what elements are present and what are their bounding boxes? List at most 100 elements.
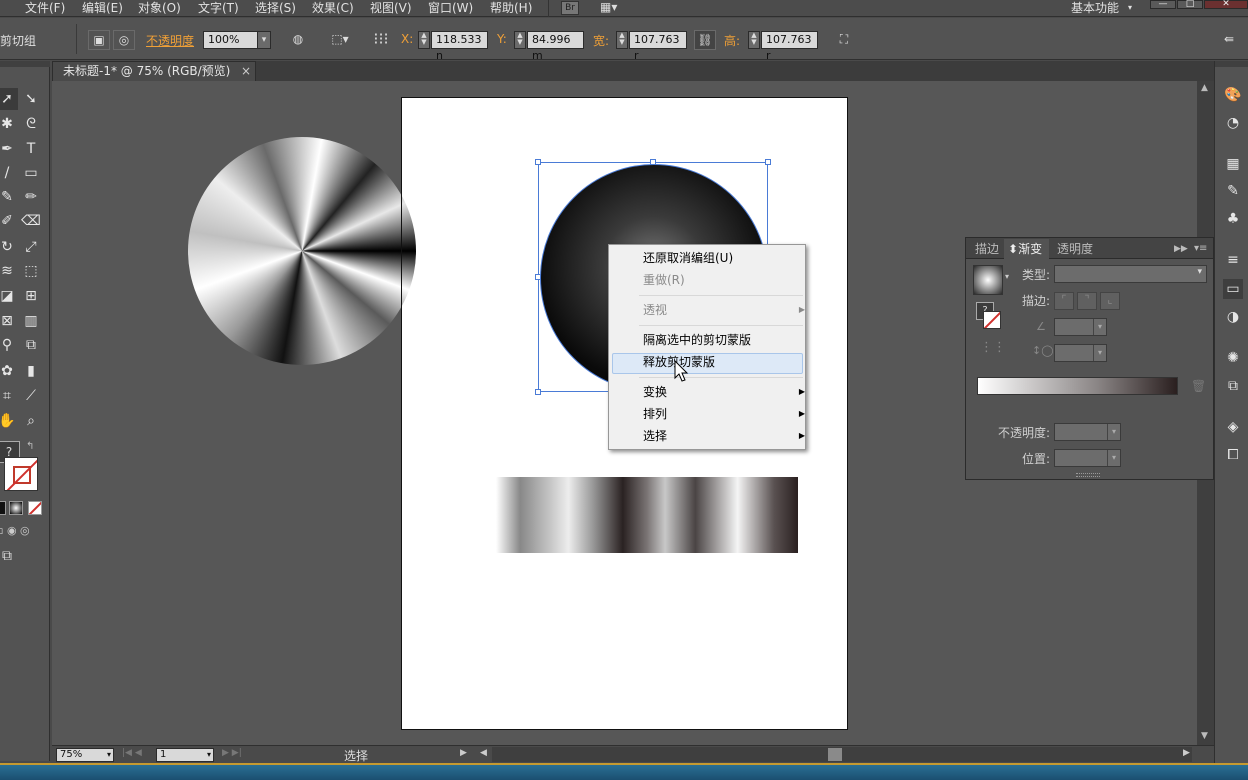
close-window-button[interactable]: ✕: [1204, 0, 1248, 9]
symbol-sprayer-tool-icon[interactable]: ✿: [0, 360, 18, 382]
width-stepper-icon[interactable]: ▲ ▼: [616, 31, 628, 49]
recolor-artwork-icon[interactable]: ◍: [287, 30, 309, 50]
selection-tool-icon[interactable]: ➚: [0, 88, 18, 110]
menu-file[interactable]: 文件(F): [25, 0, 65, 17]
mesh-tool-icon[interactable]: ⊠: [0, 310, 18, 332]
menu-isolate-clipping-mask[interactable]: 隔离选中的剪切蒙版: [643, 330, 751, 350]
eraser-tool-icon[interactable]: ⌫: [20, 210, 42, 232]
pencil-tool-icon[interactable]: ✏: [20, 186, 42, 208]
scroll-left-icon[interactable]: ◀: [480, 748, 487, 758]
status-menu-icon[interactable]: ▶: [460, 748, 467, 758]
scale-tool-icon[interactable]: ⤢: [20, 236, 42, 258]
width-input[interactable]: 107.763 r: [629, 31, 687, 62]
blob-brush-tool-icon[interactable]: ✐: [0, 210, 18, 232]
aspect-ratio-input[interactable]: ▾: [1054, 344, 1107, 362]
layers-icon[interactable]: ◈: [1223, 417, 1243, 437]
constrain-proportions-icon[interactable]: ⛓: [694, 30, 716, 50]
gradient-tool-icon[interactable]: ▥: [20, 310, 42, 332]
horizontal-scrollbar[interactable]: [492, 747, 1192, 762]
transparency-icon[interactable]: ◑: [1223, 307, 1243, 327]
color-guide-icon[interactable]: ◔: [1223, 113, 1243, 133]
reverse-gradient-icon[interactable]: ⋮⋮: [980, 340, 1006, 355]
rectangle-tool-icon[interactable]: ▭: [20, 162, 42, 184]
blend-tool-icon[interactable]: ⧉: [20, 334, 42, 356]
symbols-icon[interactable]: ♣: [1223, 209, 1243, 229]
height-input[interactable]: 107.763 r: [761, 31, 818, 62]
tab-transparency[interactable]: 透明度: [1057, 239, 1093, 259]
stop-opacity-input[interactable]: ▾: [1054, 423, 1121, 441]
menu-undo-ungroup[interactable]: 还原取消编组(U): [643, 248, 733, 268]
menu-view[interactable]: 视图(V): [370, 0, 412, 17]
gradient-panel-icon[interactable]: ▭: [1223, 279, 1243, 299]
handle-top-right[interactable]: [765, 159, 771, 165]
panel-resize-grip[interactable]: [1076, 473, 1100, 477]
menu-edit[interactable]: 编辑(E): [82, 0, 123, 17]
menu-window[interactable]: 窗口(W): [428, 0, 473, 17]
gradient-type-select[interactable]: ▾: [1054, 265, 1207, 283]
x-input[interactable]: 118.533 n: [431, 31, 488, 62]
swatches-icon[interactable]: ▦: [1223, 154, 1243, 174]
graphic-styles-icon[interactable]: ⧉: [1223, 376, 1243, 396]
dock-grip[interactable]: [1215, 61, 1248, 67]
panel-menu-icon[interactable]: ▾≡: [1194, 239, 1207, 259]
control-panel-menu-icon[interactable]: ⇚: [1218, 30, 1240, 50]
brushes-icon[interactable]: ✎: [1223, 181, 1243, 201]
menu-object[interactable]: 对象(O): [138, 0, 181, 17]
perspective-grid-tool-icon[interactable]: ⊞: [20, 285, 42, 307]
slice-tool-icon[interactable]: ⟋: [20, 385, 42, 407]
stroke-along-icon[interactable]: ⌝: [1077, 292, 1097, 310]
workspace-dropdown-icon[interactable]: ▾: [1128, 0, 1132, 17]
artboard-tool-icon[interactable]: ⌗: [0, 385, 18, 407]
shape-builder-tool-icon[interactable]: ◪: [0, 285, 18, 307]
stroke-across-icon[interactable]: ⌞: [1100, 292, 1120, 310]
opacity-label[interactable]: 不透明度: [146, 32, 194, 49]
bridge-button[interactable]: Br: [561, 1, 579, 15]
free-transform-tool-icon[interactable]: ⬚: [20, 260, 42, 282]
menu-select[interactable]: 选择(S): [255, 0, 296, 17]
stroke-within-icon[interactable]: ⌜: [1054, 292, 1074, 310]
angle-input[interactable]: ▾: [1054, 318, 1107, 336]
arrange-documents-icon[interactable]: ▦▾: [600, 1, 630, 15]
lasso-tool-icon[interactable]: ᘓ: [20, 113, 42, 135]
align-options-icon[interactable]: ⬚▾: [326, 30, 354, 50]
opacity-dropdown-icon[interactable]: ▾: [257, 31, 271, 49]
swap-fill-stroke-icon[interactable]: ↰: [26, 441, 38, 453]
artboards-icon[interactable]: ⧠: [1223, 445, 1243, 465]
graph-tool-icon[interactable]: ▮: [20, 360, 42, 382]
appearance-icon[interactable]: ✺: [1223, 348, 1243, 368]
angle-gradient-circle[interactable]: [188, 137, 416, 365]
none-mode-icon[interactable]: [28, 501, 42, 515]
delete-stop-icon[interactable]: 🗑: [1191, 379, 1206, 393]
screen-mode-icon[interactable]: ⧉: [2, 548, 26, 566]
draw-modes-icon[interactable]: ▫ ◉ ◎: [0, 524, 46, 538]
pen-tool-icon[interactable]: ✒: [0, 138, 18, 160]
opacity-input[interactable]: 100%: [203, 31, 259, 49]
scroll-down-icon[interactable]: ▼: [1201, 731, 1208, 741]
color-palette-icon[interactable]: 🎨: [1223, 85, 1243, 105]
scroll-right-icon[interactable]: ▶: [1183, 748, 1190, 758]
height-stepper-icon[interactable]: ▲ ▼: [748, 31, 760, 49]
gradient-preset-dropdown-icon[interactable]: ▾: [1005, 272, 1009, 281]
handle-bottom-left[interactable]: [535, 389, 541, 395]
workspace-switcher[interactable]: 基本功能: [1071, 0, 1119, 17]
horizontal-scroll-thumb[interactable]: [828, 748, 842, 761]
reference-point-icon[interactable]: ⁝⁝⁝: [370, 30, 392, 50]
rotate-tool-icon[interactable]: ↻: [0, 236, 18, 258]
hand-tool-icon[interactable]: ✋: [0, 410, 18, 432]
menu-help[interactable]: 帮助(H): [490, 0, 532, 17]
zoom-tool-icon[interactable]: ⌕: [20, 410, 42, 432]
minimize-button[interactable]: —: [1150, 0, 1176, 9]
y-stepper-icon[interactable]: ▲ ▼: [514, 31, 526, 49]
gradient-mode-icon[interactable]: [9, 501, 23, 515]
stop-position-input[interactable]: ▾: [1054, 449, 1121, 467]
tools-grip[interactable]: [0, 61, 50, 67]
color-mode-icon[interactable]: [0, 501, 6, 515]
x-stepper-icon[interactable]: ▲ ▼: [418, 31, 430, 49]
last-artboard-icon[interactable]: ▶ ▶|: [222, 748, 242, 758]
magic-wand-tool-icon[interactable]: ✱: [0, 113, 18, 135]
align-icon[interactable]: ≡: [1223, 250, 1243, 270]
artboard-number-select[interactable]: 1 ▾: [156, 748, 214, 762]
tab-stroke[interactable]: 描边: [975, 239, 999, 259]
handle-top-left[interactable]: [535, 159, 541, 165]
direct-selection-tool-icon[interactable]: ➘: [20, 88, 42, 110]
